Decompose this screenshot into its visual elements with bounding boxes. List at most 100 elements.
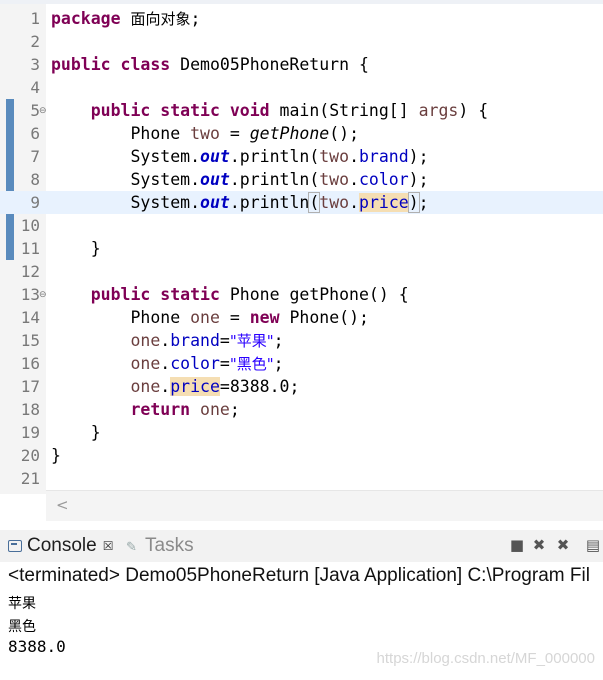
code-line-18[interactable]: 18 return one; xyxy=(0,398,603,421)
line-number: 4 xyxy=(30,78,40,97)
code-line-4[interactable]: 4 xyxy=(0,76,603,99)
line-number: 17 xyxy=(20,377,40,396)
code-text: public static void main(String[] args) { xyxy=(51,99,488,122)
var-two: two xyxy=(319,147,350,166)
dot: . xyxy=(160,331,171,350)
system: System. xyxy=(130,170,201,189)
line-number: 12 xyxy=(20,262,40,281)
field-out: out xyxy=(200,170,230,189)
scroll-left-icon[interactable]: < xyxy=(56,496,69,514)
println: .println( xyxy=(229,170,320,189)
code-editor[interactable]: 1 package 面向对象; 2 3 public class Demo05P… xyxy=(0,4,603,494)
clear-console-icon[interactable]: ▤ xyxy=(584,535,602,555)
param-args: args xyxy=(418,101,459,120)
panel-divider[interactable] xyxy=(0,521,603,530)
line-number: 11 xyxy=(20,239,40,258)
code-line-6[interactable]: 6 Phone two = getPhone(); xyxy=(0,122,603,145)
remove-all-terminated-icon[interactable]: ✖ xyxy=(554,535,572,555)
code-line-1[interactable]: 1 package 面向对象; xyxy=(0,7,603,30)
keyword-void: void xyxy=(229,101,270,120)
var-two: two xyxy=(319,193,350,212)
close-icon[interactable]: ☒ xyxy=(103,539,114,553)
line-number: 18 xyxy=(20,400,40,419)
line-number: 9 xyxy=(30,193,40,212)
call-tail: (); xyxy=(329,124,360,143)
code-text: one.price=8388.0; xyxy=(51,375,299,398)
code-text: public class Demo05PhoneReturn { xyxy=(51,53,369,76)
fold-collapse-icon[interactable]: ⊖ xyxy=(39,290,47,300)
field-price-occurrence: price xyxy=(170,377,220,396)
console-status-line: <terminated> Demo05PhoneReturn [Java App… xyxy=(8,562,603,590)
code-text: System.out.println(two.color); xyxy=(51,168,428,191)
console-output-line: 黑色 xyxy=(8,619,36,635)
signature-tail: ) { xyxy=(458,101,489,120)
console-tab-bar: Console ☒ ✎ Tasks ■ ✖ ✖ ▤ xyxy=(0,530,603,562)
code-line-7[interactable]: 7 System.out.println(two.brand); xyxy=(0,145,603,168)
price-assignment: =8388.0; xyxy=(219,377,300,396)
code-line-21[interactable]: 21 xyxy=(0,467,603,490)
line-number: 13 xyxy=(20,285,40,304)
code-line-9-current[interactable]: 9 System.out.println(two.price); xyxy=(0,191,603,214)
brace: } xyxy=(90,239,101,258)
code-text: public static Phone getPhone() { xyxy=(51,283,409,306)
assign: = xyxy=(219,308,250,327)
field-color: color xyxy=(170,354,220,373)
keyword-public: public xyxy=(51,55,111,74)
stop-icon[interactable]: ■ xyxy=(508,535,526,555)
string-color: "黑色" xyxy=(229,355,274,373)
field-color: color xyxy=(359,170,409,189)
horizontal-scrollbar[interactable]: < xyxy=(46,490,603,521)
remove-launch-icon[interactable]: ✖ xyxy=(530,535,548,555)
semicolon: ; xyxy=(190,9,201,28)
code-line-16[interactable]: 16 one.color="黑色"; xyxy=(0,352,603,375)
field-out: out xyxy=(200,193,230,212)
keyword-package: package xyxy=(51,9,121,28)
keyword-public: public xyxy=(90,101,151,120)
code-line-17[interactable]: 17 one.price=8388.0; xyxy=(0,375,603,398)
code-text: } xyxy=(51,237,101,260)
get-phone-signature: Phone getPhone() { xyxy=(229,285,409,304)
var-two: two xyxy=(190,124,220,143)
line-number: 2 xyxy=(30,32,40,51)
code-text: return one; xyxy=(51,398,239,421)
code-line-2[interactable]: 2 xyxy=(0,30,603,53)
package-name: 面向对象 xyxy=(130,10,191,28)
code-line-14[interactable]: 14 Phone one = new Phone(); xyxy=(0,306,603,329)
dot: . xyxy=(349,147,359,166)
code-line-15[interactable]: 15 one.brand="苹果"; xyxy=(0,329,603,352)
code-line-3[interactable]: 3 public class Demo05PhoneReturn { xyxy=(0,53,603,76)
keyword-return: return xyxy=(130,400,191,419)
line-number: 7 xyxy=(30,147,40,166)
code-line-11[interactable]: 11 } xyxy=(0,237,603,260)
fold-collapse-icon[interactable]: ⊖ xyxy=(39,106,47,116)
tab-console-label: Console xyxy=(27,535,97,556)
code-line-13[interactable]: 13 ⊖ public static Phone getPhone() { xyxy=(0,283,603,306)
tab-console[interactable]: Console ☒ xyxy=(8,530,113,562)
console-icon xyxy=(8,540,22,552)
dot: . xyxy=(349,170,359,189)
code-text: Phone two = getPhone(); xyxy=(51,122,359,145)
code-text: one.color="黑色"; xyxy=(51,352,283,376)
field-out: out xyxy=(200,147,230,166)
var-two: two xyxy=(319,170,350,189)
semicolon: ; xyxy=(273,331,284,350)
field-brand: brand xyxy=(359,147,409,166)
code-line-8[interactable]: 8 System.out.println(two.color); xyxy=(0,168,603,191)
field-price-occurrence: price xyxy=(359,193,409,212)
tab-tasks[interactable]: ✎ Tasks xyxy=(126,530,194,562)
line-number: 15 xyxy=(20,331,40,350)
code-line-20[interactable]: 20 } xyxy=(0,444,603,467)
code-line-10[interactable]: 10 xyxy=(0,214,603,237)
code-line-12[interactable]: 12 xyxy=(0,260,603,283)
eq: = xyxy=(219,354,230,373)
code-line-19[interactable]: 19 } xyxy=(0,421,603,444)
code-line-5[interactable]: 5 ⊖ public static void main(String[] arg… xyxy=(0,99,603,122)
line-number: 21 xyxy=(20,469,40,488)
dot: . xyxy=(160,354,171,373)
var-one: one xyxy=(190,308,220,327)
line-number: 3 xyxy=(30,55,40,74)
matched-bracket-close: ) xyxy=(407,192,420,213)
keyword-class: class xyxy=(120,55,171,74)
line-number: 20 xyxy=(20,446,40,465)
dot: . xyxy=(349,193,360,212)
